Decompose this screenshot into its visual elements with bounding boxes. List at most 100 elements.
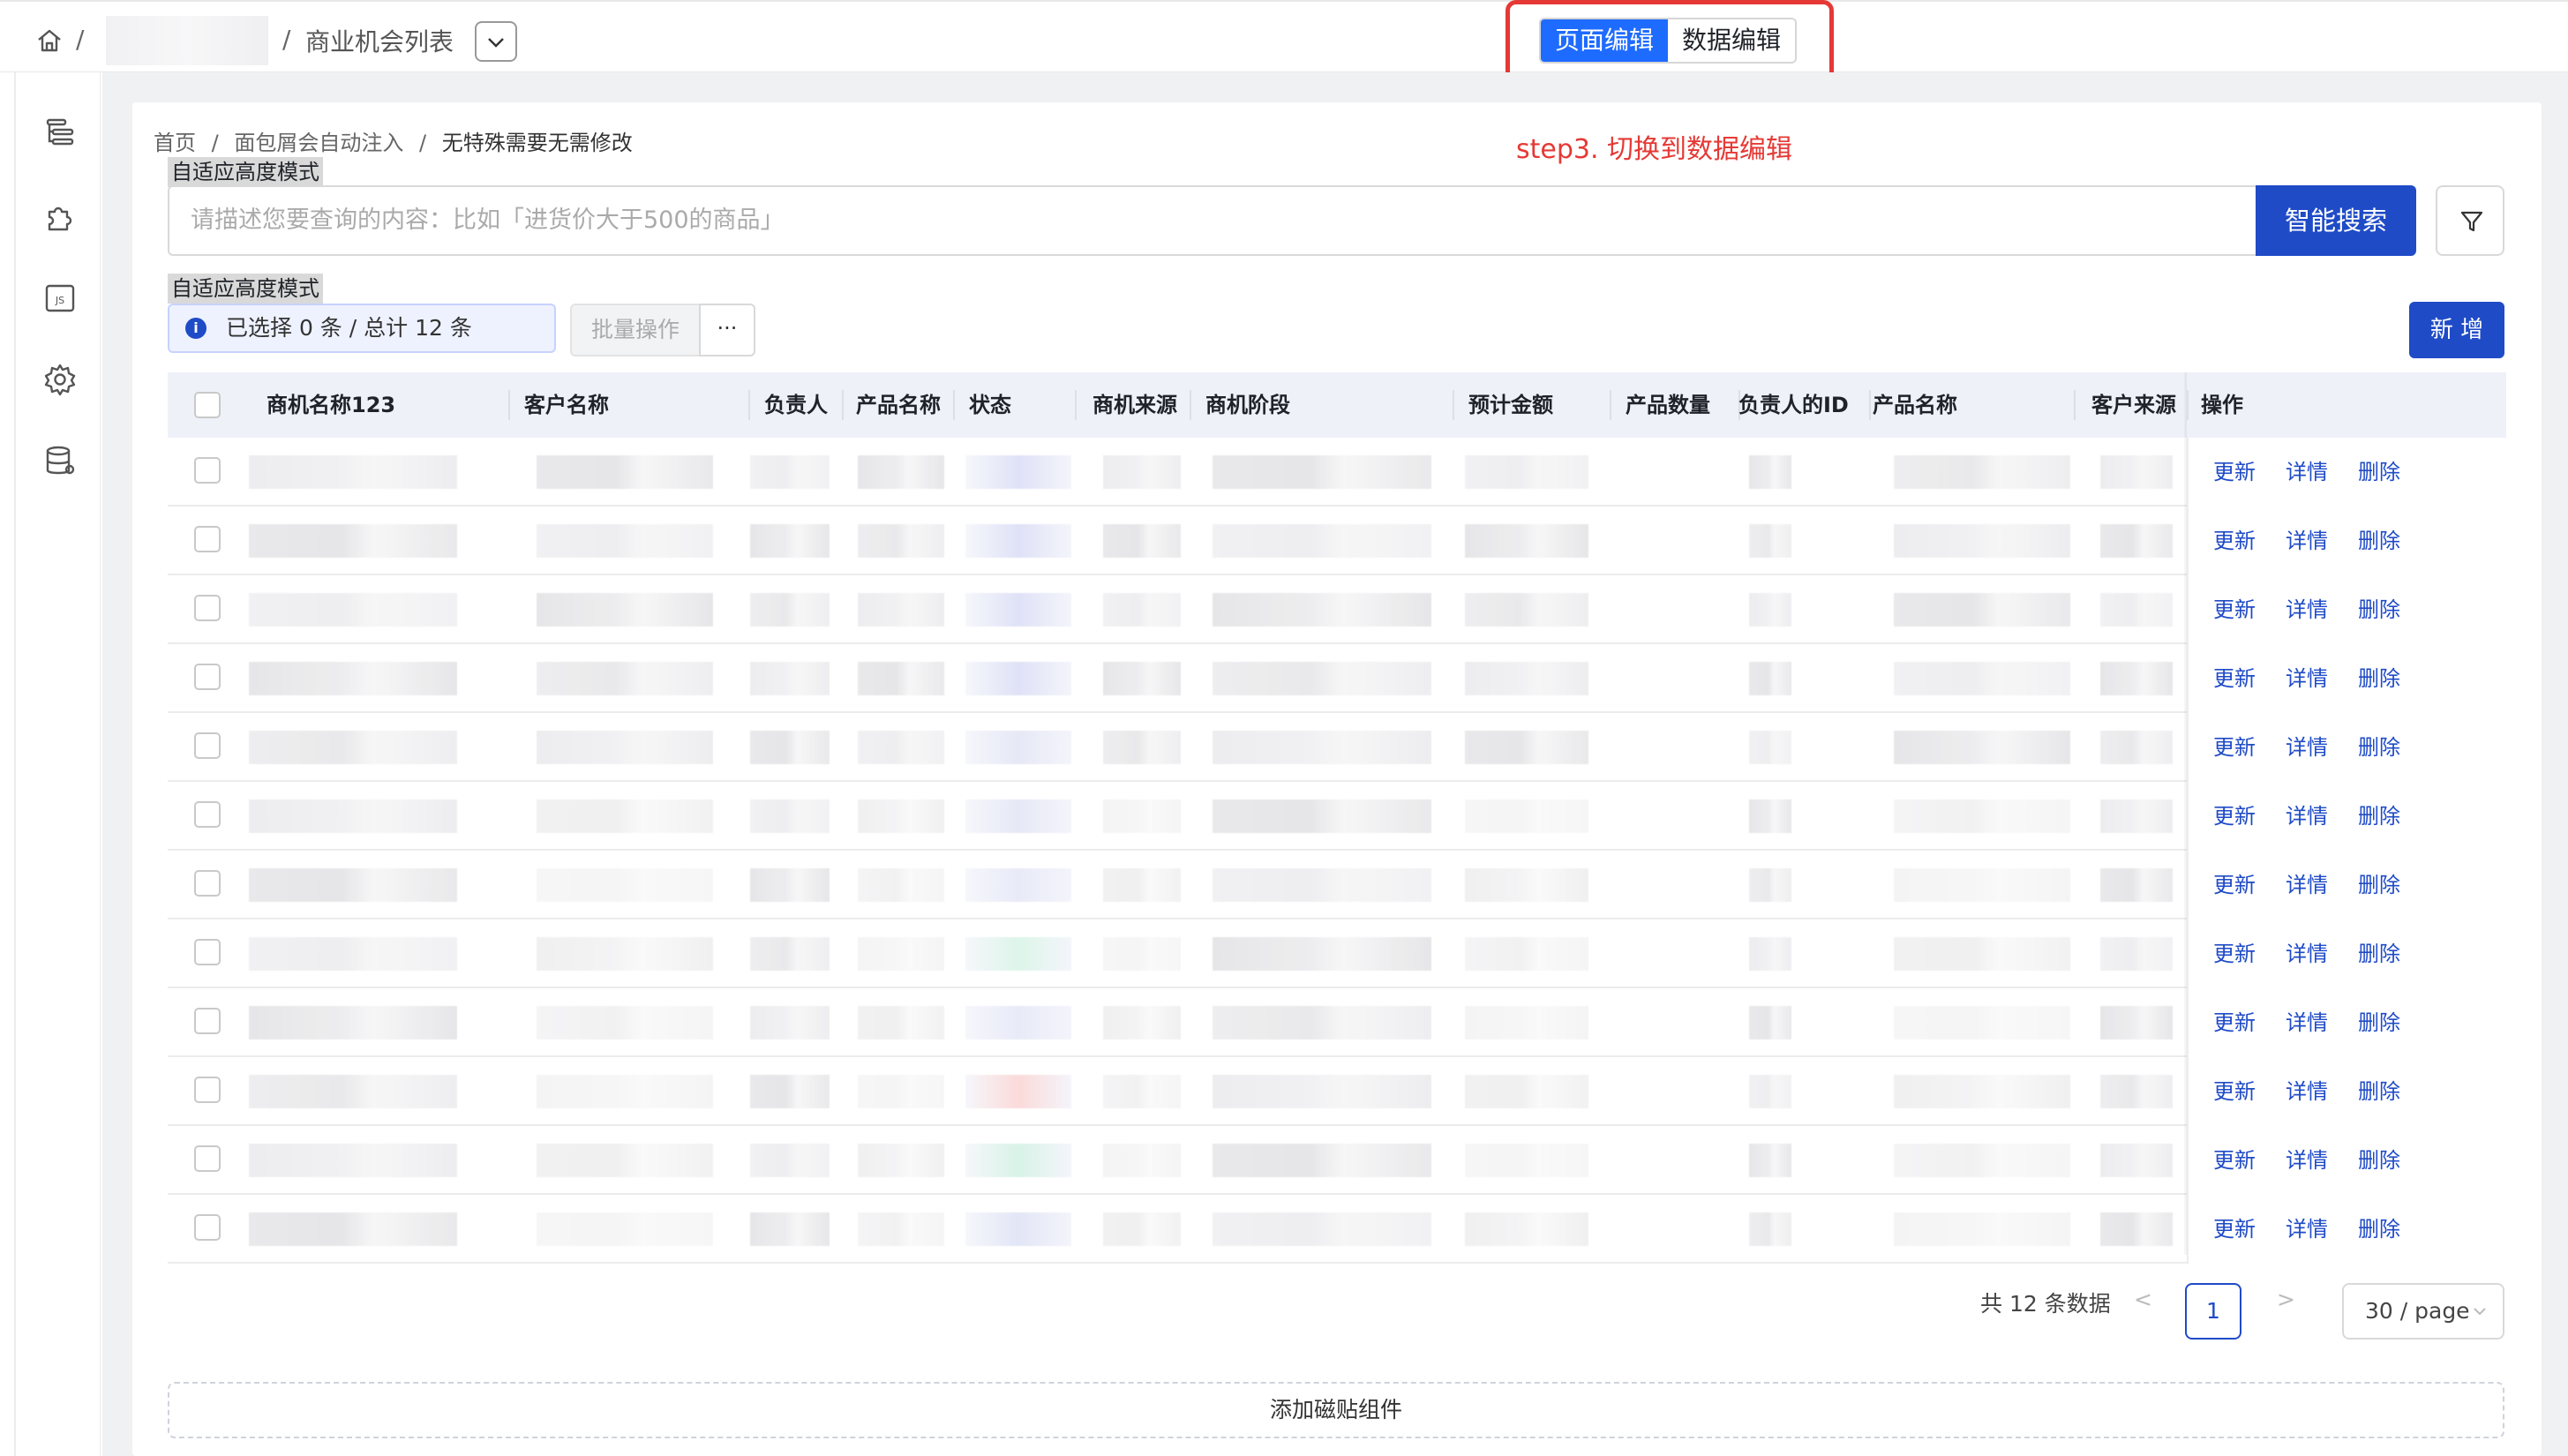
more-actions-button[interactable]: ··· <box>699 304 755 356</box>
update-button[interactable]: 更新 <box>2213 851 2256 919</box>
detail-button[interactable]: 详情 <box>2286 507 2328 575</box>
update-button[interactable]: 更新 <box>2213 644 2256 713</box>
column-header[interactable]: 商机阶段 <box>1205 372 1290 438</box>
database-icon[interactable] <box>42 443 78 478</box>
smart-search-button[interactable]: 智能搜索 <box>2256 185 2416 256</box>
column-header[interactable]: 客户来源 <box>2091 372 2176 438</box>
detail-button[interactable]: 详情 <box>2286 1126 2328 1195</box>
page-edit-button[interactable]: 页面编辑 <box>1541 19 1669 62</box>
delete-button[interactable]: 删除 <box>2358 1195 2400 1264</box>
column-header[interactable]: 负责人 <box>764 372 828 438</box>
table-row[interactable]: 更新 详情 删除 <box>168 851 2506 919</box>
batch-action-button[interactable]: 批量操作 <box>570 304 701 356</box>
page-number-button[interactable]: 1 <box>2185 1283 2241 1340</box>
js-icon[interactable]: JS <box>42 281 78 316</box>
table-cell-redacted <box>1749 593 1791 627</box>
app-name-blurred <box>106 16 268 65</box>
delete-button[interactable]: 删除 <box>2358 507 2400 575</box>
add-button[interactable]: 新 增 <box>2409 302 2504 358</box>
column-header[interactable]: 状态 <box>969 372 1011 438</box>
outline-icon[interactable] <box>42 115 78 150</box>
prev-page-button[interactable]: < <box>2134 1287 2152 1312</box>
table-row[interactable]: 更新 详情 删除 <box>168 575 2506 644</box>
add-tile-component-button[interactable]: 添加磁贴组件 <box>168 1382 2504 1438</box>
column-header[interactable]: 产品数量 <box>1626 372 1710 438</box>
row-checkbox[interactable] <box>194 1008 221 1034</box>
table-row[interactable]: 更新 详情 删除 <box>168 782 2506 851</box>
table-row[interactable]: 更新 详情 删除 <box>168 1195 2506 1264</box>
detail-button[interactable]: 详情 <box>2286 644 2328 713</box>
table-row[interactable]: 更新 详情 删除 <box>168 1057 2506 1126</box>
column-header[interactable]: 预计金额 <box>1468 372 1553 438</box>
delete-button[interactable]: 删除 <box>2358 919 2400 988</box>
row-checkbox[interactable] <box>194 1077 221 1103</box>
delete-button[interactable]: 删除 <box>2358 851 2400 919</box>
detail-button[interactable]: 详情 <box>2286 438 2328 507</box>
select-all-checkbox[interactable] <box>194 392 221 418</box>
detail-button[interactable]: 详情 <box>2286 575 2328 644</box>
row-checkbox[interactable] <box>194 457 221 484</box>
delete-button[interactable]: 删除 <box>2358 988 2400 1057</box>
row-checkbox[interactable] <box>194 595 221 621</box>
home-icon[interactable] <box>35 26 64 55</box>
delete-button[interactable]: 删除 <box>2358 782 2400 851</box>
update-button[interactable]: 更新 <box>2213 575 2256 644</box>
delete-button[interactable]: 删除 <box>2358 575 2400 644</box>
chevron-down-icon <box>488 38 504 48</box>
detail-button[interactable]: 详情 <box>2286 713 2328 782</box>
row-checkbox[interactable] <box>194 870 221 897</box>
row-checkbox[interactable] <box>194 939 221 965</box>
table-row[interactable]: 更新 详情 删除 <box>168 1126 2506 1195</box>
table-row[interactable]: 更新 详情 删除 <box>168 438 2506 507</box>
row-checkbox[interactable] <box>194 1214 221 1241</box>
row-checkbox[interactable] <box>194 526 221 552</box>
delete-button[interactable]: 删除 <box>2358 644 2400 713</box>
detail-button[interactable]: 详情 <box>2286 851 2328 919</box>
row-checkbox[interactable] <box>194 664 221 690</box>
update-button[interactable]: 更新 <box>2213 919 2256 988</box>
smart-search-input[interactable]: 请描述您要查询的内容：比如「进货价大于500的商品」 <box>168 185 2257 256</box>
delete-button[interactable]: 删除 <box>2358 1126 2400 1195</box>
delete-button[interactable]: 删除 <box>2358 1057 2400 1126</box>
column-header[interactable]: 商机来源 <box>1093 372 1177 438</box>
table-row[interactable]: 更新 详情 删除 <box>168 713 2506 782</box>
column-header[interactable]: 产品名称 <box>1873 372 1957 438</box>
row-checkbox[interactable] <box>194 801 221 828</box>
column-header[interactable]: 负责人的ID <box>1738 372 1849 438</box>
table-row[interactable]: 更新 详情 删除 <box>168 507 2506 575</box>
breadcrumb-home[interactable]: 首页 <box>154 131 196 155</box>
page-switcher-dropdown[interactable] <box>475 21 517 62</box>
plugin-icon[interactable] <box>42 199 78 235</box>
detail-button[interactable]: 详情 <box>2286 988 2328 1057</box>
breadcrumb-current-page[interactable]: 商业机会列表 <box>305 23 454 58</box>
row-checkbox[interactable] <box>194 732 221 759</box>
update-button[interactable]: 更新 <box>2213 438 2256 507</box>
next-page-button[interactable]: > <box>2277 1287 2295 1312</box>
detail-button[interactable]: 详情 <box>2286 919 2328 988</box>
update-button[interactable]: 更新 <box>2213 1057 2256 1126</box>
page-size-select[interactable]: 30 / page <box>2342 1283 2504 1340</box>
detail-button[interactable]: 详情 <box>2286 1195 2328 1264</box>
breadcrumb-item[interactable]: 面包屑会自动注入 <box>234 131 403 155</box>
filter-button[interactable] <box>2436 185 2504 256</box>
detail-button[interactable]: 详情 <box>2286 1057 2328 1126</box>
update-button[interactable]: 更新 <box>2213 713 2256 782</box>
update-button[interactable]: 更新 <box>2213 988 2256 1057</box>
update-button[interactable]: 更新 <box>2213 782 2256 851</box>
delete-button[interactable]: 删除 <box>2358 713 2400 782</box>
row-checkbox[interactable] <box>194 1145 221 1172</box>
delete-button[interactable]: 删除 <box>2358 438 2400 507</box>
detail-button[interactable]: 详情 <box>2286 782 2328 851</box>
column-header[interactable]: 产品名称 <box>856 372 941 438</box>
update-button[interactable]: 更新 <box>2213 1126 2256 1195</box>
data-edit-button[interactable]: 数据编辑 <box>1668 19 1796 62</box>
table-cell-redacted <box>2100 868 2173 902</box>
update-button[interactable]: 更新 <box>2213 1195 2256 1264</box>
column-header[interactable]: 商机名称123 <box>267 372 395 438</box>
table-row[interactable]: 更新 详情 删除 <box>168 644 2506 713</box>
column-header[interactable]: 客户名称 <box>524 372 609 438</box>
table-row[interactable]: 更新 详情 删除 <box>168 919 2506 988</box>
update-button[interactable]: 更新 <box>2213 507 2256 575</box>
table-row[interactable]: 更新 详情 删除 <box>168 988 2506 1057</box>
gear-icon[interactable] <box>42 362 78 397</box>
